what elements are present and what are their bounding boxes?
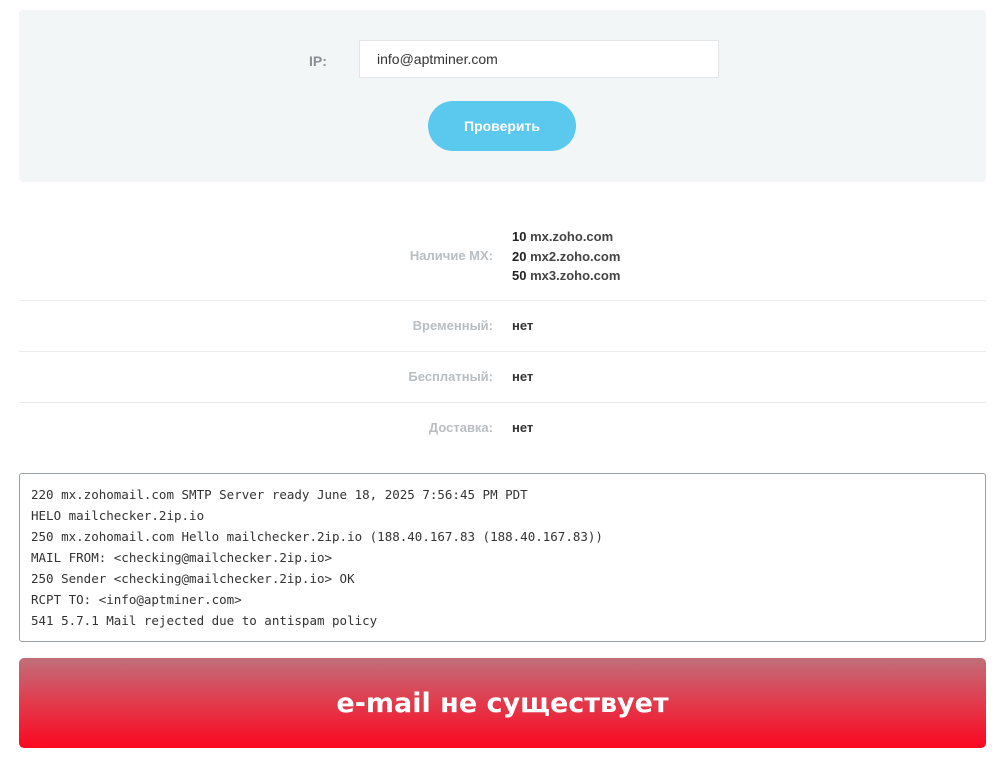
log-line: MAIL FROM: <checking@mailchecker.2ip.io>: [31, 550, 333, 565]
log-line: 250 Sender <checking@mailchecker.2ip.io>…: [31, 571, 355, 586]
check-form-panel: IP: Проверить: [19, 10, 986, 182]
check-button[interactable]: Проверить: [428, 101, 576, 151]
temporary-label: Временный:: [412, 318, 493, 333]
result-row-free: Бесплатный: нет: [19, 352, 986, 403]
mx-priority: 20: [512, 248, 527, 264]
ip-label: IP:: [309, 53, 327, 69]
mx-host: mx2.zoho.com: [530, 248, 621, 264]
mx-priority: 50: [512, 268, 527, 283]
mx-host: mx.zoho.com: [530, 229, 614, 244]
mx-label: Наличие MX:: [409, 248, 493, 263]
mx-host: mx3.zoho.com: [530, 268, 621, 283]
result-row-delivery: Доставка: нет: [19, 403, 986, 453]
mx-priority: 10: [512, 229, 527, 244]
free-label: Бесплатный:: [408, 369, 493, 384]
log-line: 250 mx.zohomail.com Hello mailchecker.2i…: [31, 529, 603, 544]
log-line: 541 5.7.1 Mail rejected due to antispam …: [31, 613, 378, 628]
delivery-label: Доставка:: [428, 420, 493, 435]
delivery-value: нет: [512, 420, 534, 435]
mx-record: 10 mx.zoho.com: [512, 227, 620, 247]
temporary-value: нет: [512, 318, 534, 333]
log-line: RCPT TO: <info@aptminer.com>: [31, 592, 242, 607]
results-table: Наличие MX: 10 mx.zoho.com 20 mx2.zoho.c…: [19, 210, 986, 453]
result-row-temporary: Временный: нет: [19, 301, 986, 352]
result-text: e-mail не существует: [336, 687, 669, 719]
smtp-log[interactable]: 220 mx.zohomail.com SMTP Server ready Ju…: [19, 473, 986, 642]
mx-record: 20 mx2.zoho.com: [512, 247, 620, 267]
mx-records: 10 mx.zoho.com 20 mx2.zoho.com 50 mx3.zo…: [512, 227, 620, 286]
mx-record: 50 mx3.zoho.com: [512, 266, 620, 286]
result-banner: e-mail не существует: [19, 658, 986, 748]
log-line: HELO mailchecker.2ip.io: [31, 508, 205, 523]
email-input[interactable]: [359, 40, 719, 78]
free-value: нет: [512, 369, 534, 384]
result-row-mx: Наличие MX: 10 mx.zoho.com 20 mx2.zoho.c…: [19, 210, 986, 301]
log-line: 220 mx.zohomail.com SMTP Server ready Ju…: [31, 487, 528, 502]
